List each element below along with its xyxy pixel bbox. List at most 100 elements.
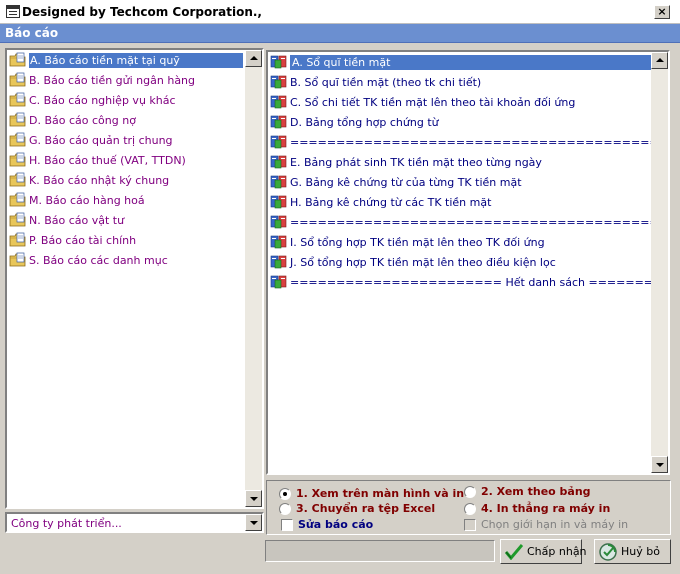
report-group-label: K. Báo cáo nhật ký chung	[29, 174, 170, 187]
report-item[interactable]: G. Bảng kê chứng từ của từng TK tiền mặt	[268, 172, 651, 192]
radio-dot	[283, 492, 287, 496]
report-item[interactable]: B. Sổ quĩ tiền mặt (theo tk chi tiết)	[268, 72, 651, 92]
list-separator[interactable]: ========================================…	[268, 132, 651, 152]
section-header: Báo cáo	[0, 24, 680, 43]
report-book-icon	[270, 75, 287, 89]
report-group-label: D. Báo cáo công nợ	[29, 114, 136, 127]
check-icon	[505, 544, 523, 560]
report-item-label: D. Bảng tổng hợp chứng từ	[290, 116, 439, 129]
report-item[interactable]: I. Sổ tổng hợp TK tiền mặt lên theo TK đ…	[268, 232, 651, 252]
folder-icon	[9, 212, 26, 227]
folder-icon	[9, 172, 26, 187]
report-book-icon	[270, 215, 287, 229]
folder-icon	[9, 72, 26, 87]
scroll-up-button[interactable]	[245, 50, 262, 67]
report-book-icon	[270, 195, 287, 209]
folder-icon	[9, 132, 26, 147]
scroll-down-button[interactable]	[245, 490, 262, 507]
output-options: 1. Xem trên màn hình và in 2. Xem theo b…	[266, 480, 671, 535]
checkbox[interactable]	[464, 519, 476, 531]
status-panel	[265, 540, 495, 562]
radio-unchecked[interactable]	[279, 503, 291, 515]
report-list[interactable]: A. Sổ quĩ tiền mặt B. Sổ quĩ tiền mặt (th…	[266, 50, 670, 475]
header-title: Báo cáo	[5, 26, 59, 40]
report-group-item[interactable]: N. Báo cáo vật tư	[7, 210, 243, 230]
radio-checked[interactable]	[279, 488, 291, 500]
dropdown-button[interactable]	[245, 514, 262, 531]
report-group-list[interactable]: A. Báo cáo tiền mặt tại quỹ B. Báo cáo ti…	[5, 48, 264, 509]
scroll-down-button[interactable]	[651, 456, 668, 473]
cancel-icon	[599, 543, 617, 561]
report-item-label: G. Bảng kê chứng từ của từng TK tiền mặt	[290, 176, 522, 189]
report-item-label: H. Bảng kê chứng từ các TK tiền mặt	[290, 196, 492, 209]
report-items: A. Sổ quĩ tiền mặt B. Sổ quĩ tiền mặt (th…	[268, 52, 651, 473]
radio-unchecked[interactable]	[464, 486, 476, 498]
report-group-item[interactable]: A. Báo cáo tiền mặt tại quỹ	[7, 50, 243, 70]
report-item-label: ======================= Hết danh sách ==…	[290, 276, 651, 289]
chevron-down-icon	[250, 521, 258, 525]
report-group-item[interactable]: S. Báo cáo các danh mục	[7, 250, 243, 270]
report-book-icon	[270, 275, 287, 289]
left-scrollbar[interactable]	[245, 50, 262, 507]
cancel-button[interactable]: Huỷ bỏ	[594, 539, 671, 564]
folder-icon	[9, 192, 26, 207]
report-book-icon	[270, 115, 287, 129]
report-item-label: ========================================…	[290, 136, 651, 149]
option-view-screen-label: 1. Xem trên màn hình và in	[296, 487, 465, 500]
report-group-label: N. Báo cáo vật tư	[29, 214, 125, 227]
report-book-icon	[270, 155, 287, 169]
report-group-label: S. Báo cáo các danh mục	[29, 254, 168, 267]
report-group-item[interactable]: M. Báo cáo hàng hoá	[7, 190, 243, 210]
company-select[interactable]: Công ty phát triển...	[5, 512, 264, 533]
report-group-item[interactable]: H. Báo cáo thuế (VAT, TTDN)	[7, 150, 243, 170]
title-bar: Designed by Techcom Corporation., ×	[0, 0, 680, 24]
cancel-button-label: Huỷ bỏ	[621, 545, 660, 558]
list-separator[interactable]: ======================= Hết danh sách ==…	[268, 272, 651, 292]
down-arrow-icon	[656, 463, 664, 467]
company-select-value: Công ty phát triển...	[11, 517, 122, 530]
report-book-icon	[270, 95, 287, 109]
report-book-icon	[270, 175, 287, 189]
folder-icon	[9, 52, 26, 67]
option-view-table-label: 2. Xem theo bảng	[481, 485, 591, 498]
report-group-item[interactable]: P. Báo cáo tài chính	[7, 230, 243, 250]
report-group-item[interactable]: B. Báo cáo tiền gửi ngân hàng	[7, 70, 243, 90]
radio-unchecked[interactable]	[464, 503, 476, 515]
option-print-direct-label: 4. In thẳng ra máy in	[481, 502, 611, 515]
report-group-item[interactable]: K. Báo cáo nhật ký chung	[7, 170, 243, 190]
report-group-label: A. Báo cáo tiền mặt tại quỹ	[29, 53, 243, 68]
report-item-label: B. Sổ quĩ tiền mặt (theo tk chi tiết)	[290, 76, 482, 89]
report-group-item[interactable]: C. Báo cáo nghiệp vụ khác	[7, 90, 243, 110]
report-item-label: E. Bảng phát sinh TK tiền mặt theo từng …	[290, 156, 542, 169]
report-item[interactable]: J. Sổ tổng hợp TK tiền mặt lên theo điều…	[268, 252, 651, 272]
scroll-up-button[interactable]	[651, 52, 668, 69]
report-book-icon	[270, 55, 287, 69]
report-item-label: C. Sổ chi tiết TK tiền mặt lên theo tài …	[290, 96, 576, 109]
ok-button[interactable]: Chấp nhận	[500, 539, 587, 564]
report-item-label: I. Sổ tổng hợp TK tiền mặt lên theo TK đ…	[290, 236, 545, 249]
close-button[interactable]: ×	[654, 5, 670, 19]
report-group-label: P. Báo cáo tài chính	[29, 234, 137, 247]
report-item[interactable]: H. Bảng kê chứng từ các TK tiền mặt	[268, 192, 651, 212]
report-book-icon	[270, 255, 287, 269]
report-book-icon	[270, 135, 287, 149]
report-group-label: M. Báo cáo hàng hoá	[29, 194, 145, 207]
report-item[interactable]: D. Bảng tổng hợp chứng từ	[268, 112, 651, 132]
report-item[interactable]: C. Sổ chi tiết TK tiền mặt lên theo tài …	[268, 92, 651, 112]
list-separator[interactable]: ========================================…	[268, 212, 651, 232]
checkbox[interactable]	[281, 519, 293, 531]
report-item[interactable]: A. Sổ quĩ tiền mặt	[268, 52, 651, 72]
up-arrow-icon	[656, 58, 664, 62]
down-arrow-icon	[250, 497, 258, 501]
report-item-label: J. Sổ tổng hợp TK tiền mặt lên theo điều…	[290, 256, 556, 269]
report-group-item[interactable]: G. Báo cáo quản trị chung	[7, 130, 243, 150]
report-item[interactable]: E. Bảng phát sinh TK tiền mặt theo từng …	[268, 152, 651, 172]
limit-printer-label: Chọn giới hạn in và máy in	[481, 518, 629, 531]
right-scrollbar[interactable]	[651, 52, 668, 473]
option-export-excel-label: 3. Chuyển ra tệp Excel	[296, 502, 436, 515]
report-group-label: C. Báo cáo nghiệp vụ khác	[29, 94, 176, 107]
report-group-item[interactable]: D. Báo cáo công nợ	[7, 110, 243, 130]
up-arrow-icon	[250, 56, 258, 60]
window-title: Designed by Techcom Corporation.,	[22, 5, 262, 19]
report-dialog: Designed by Techcom Corporation., × Báo …	[0, 0, 680, 574]
